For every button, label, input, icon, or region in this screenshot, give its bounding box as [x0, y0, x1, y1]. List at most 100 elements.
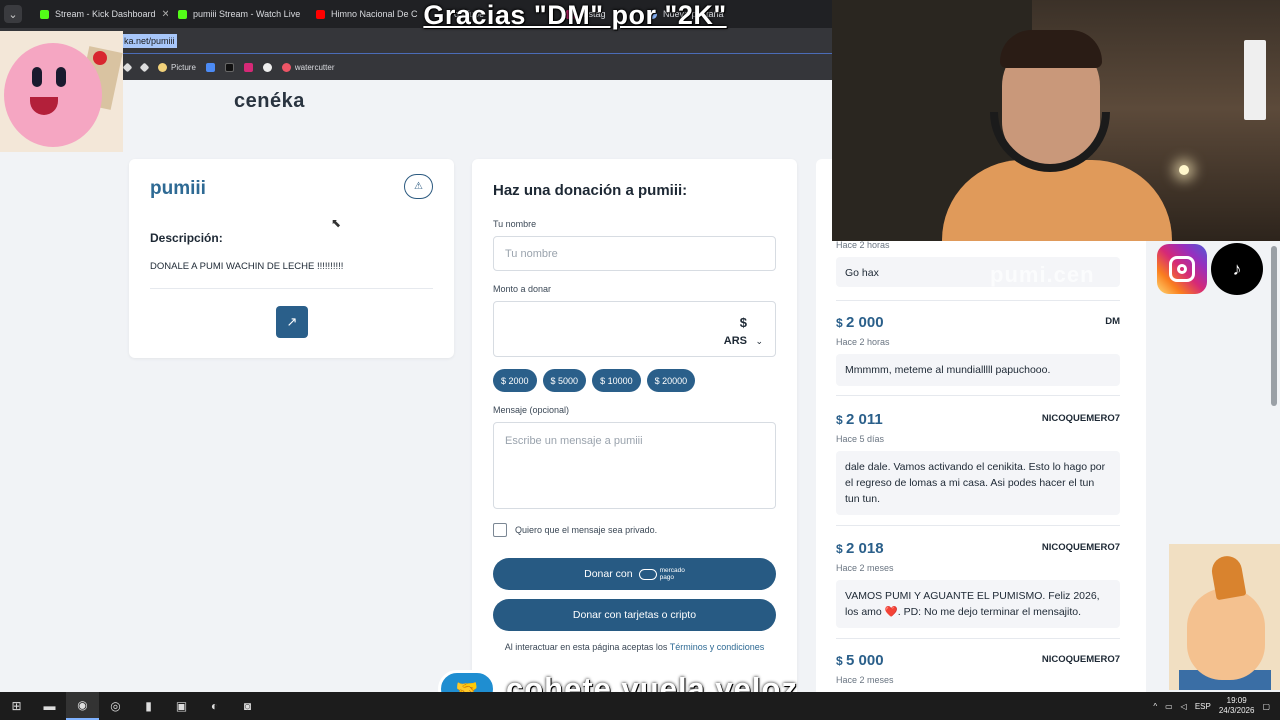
amount-presets: $ 2000 $ 5000 $ 10000 $ 20000	[493, 369, 696, 392]
tintin-face	[1187, 588, 1265, 680]
instagram-ring	[1169, 256, 1195, 282]
obs-icon[interactable]: ◎	[99, 692, 132, 720]
donation-time: Hace 2 horas	[836, 240, 890, 250]
browser-tab[interactable]: Stream - Kick Dashboard ✕	[32, 2, 168, 26]
bookmark-label: watercutter	[294, 62, 335, 72]
currency-symbol: $	[739, 315, 747, 330]
terms-link[interactable]: Términos y condiciones	[670, 642, 765, 652]
amount-chip-2000[interactable]: $ 2000	[493, 369, 537, 392]
donation-time: Hace 2 horas	[836, 337, 890, 347]
private-checkbox[interactable]	[493, 523, 507, 537]
page-scrollbar[interactable]	[1271, 246, 1277, 406]
external-link-button[interactable]: ↗	[276, 306, 308, 338]
webcam-person-hair	[1000, 30, 1102, 68]
description-title: Descripción:	[150, 231, 223, 245]
bookmark-item[interactable]	[122, 62, 133, 72]
tab-label: Stream - Kick Dashboard	[55, 9, 156, 19]
overlay-alert-title: Gracias "DM" por "2K"	[423, 0, 727, 30]
message-label: Mensaje (opcional)	[493, 405, 570, 415]
amount-value: 2 000	[846, 314, 884, 331]
kick-icon	[40, 9, 49, 19]
amount-value: 2 011	[846, 411, 883, 428]
webcam-flag	[1244, 40, 1266, 120]
message-textarea[interactable]: Escribe un mensaje a pumiii	[493, 422, 776, 509]
external-link-icon: ↗	[286, 314, 298, 329]
amount-chip-20000[interactable]: $ 20000	[646, 369, 696, 392]
webcam-lamp	[1179, 165, 1189, 175]
terms-notice: Al interactuar en esta página aceptas lo…	[502, 641, 767, 654]
donation-amount: $ 5 000	[836, 652, 884, 669]
close-tab-icon[interactable]: ✕	[162, 9, 168, 20]
donate-mercadopago-button[interactable]: Donar con mercado pago	[493, 558, 776, 590]
form-title: Haz una donación a pumiii:	[493, 182, 688, 199]
tintin-quiff	[1209, 553, 1247, 601]
file-explorer-icon[interactable]: ▬	[33, 692, 66, 720]
strawberry-shape	[93, 51, 107, 65]
clock-date: 24/3/2026	[1218, 706, 1255, 715]
profile-name: pumiii	[150, 178, 206, 199]
audio-app-icon[interactable]: ▮	[132, 692, 165, 720]
mercadopago-logo: mercado pago	[638, 567, 685, 581]
bookmark-item[interactable]	[262, 62, 272, 72]
donation-message: VAMOS PUMI Y AGUANTE EL PUMISMO. Feliz 2…	[836, 580, 1120, 628]
donate-mp-label: Donar con	[584, 568, 633, 580]
chevron-down-icon[interactable]: ⌄	[755, 336, 763, 347]
amount-value: 2 018	[846, 540, 884, 557]
amount-input[interactable]: $ ARS ⌄	[493, 301, 776, 357]
browser-tab[interactable]: pumiii Stream - Watch Live✕	[170, 2, 306, 26]
divider	[836, 638, 1120, 639]
donate-card-crypto-button[interactable]: Donar con tarjetas o cripto	[493, 599, 776, 631]
network-icon[interactable]: ▭	[1165, 702, 1173, 711]
site-logo[interactable]: cenéka	[234, 90, 305, 113]
discord-icon[interactable]: ◙	[231, 692, 264, 720]
divider	[836, 525, 1120, 526]
instagram-icon	[243, 62, 253, 72]
chrome-icon[interactable]: ◉	[66, 692, 99, 720]
address-bar[interactable]: ka.net/pumiii	[0, 28, 832, 54]
picture-icon	[158, 62, 167, 72]
bookmark-watercutter[interactable]: watercutter	[281, 62, 335, 72]
bookmark-item[interactable]	[205, 62, 215, 72]
private-option: Quiero que el mensaje sea privado.	[493, 523, 657, 537]
url-text[interactable]: ka.net/pumiii	[122, 34, 177, 48]
report-button[interactable]: ⚠	[404, 174, 433, 199]
terms-prefix: Al interactuar en esta página aceptas lo…	[504, 642, 670, 652]
donor-name: NICOQUEMERO7	[1041, 654, 1120, 665]
divider	[836, 395, 1120, 396]
currency-select[interactable]: ARS	[724, 335, 747, 347]
name-input[interactable]: Tu nombre	[493, 236, 776, 271]
tintin-overlay-image	[1169, 544, 1280, 690]
youtube-icon	[316, 9, 325, 19]
amount-chip-10000[interactable]: $ 10000	[592, 369, 641, 392]
language-indicator[interactable]: ESP	[1195, 702, 1211, 711]
bookmark-diamond-icon	[122, 62, 133, 72]
notifications-icon[interactable]: ▢	[1262, 702, 1270, 711]
bookmark-picture[interactable]: Picture	[158, 62, 196, 72]
divider	[836, 300, 1120, 301]
tab-search-dropdown-icon[interactable]: ⌄	[4, 5, 22, 23]
screen: ⌄ Stream - Kick Dashboard ✕ pumiii Stream…	[0, 0, 1280, 720]
kirby-overlay-image	[0, 31, 123, 152]
donation-message: dale dale. Vamos activando el cenikita. …	[836, 451, 1120, 515]
donor-name: NICOQUEMERO7	[1041, 542, 1120, 553]
game-app-icon[interactable]: ◐	[198, 692, 231, 720]
volume-icon[interactable]: ◁	[1181, 702, 1187, 711]
mercadopago-text: mercado pago	[660, 567, 685, 581]
instagram-icon	[1157, 244, 1207, 294]
bookmark-item[interactable]	[139, 62, 150, 72]
watercutter-icon	[281, 62, 291, 72]
system-clock[interactable]: 19:09 24/3/2026	[1219, 696, 1255, 716]
kirby-body	[4, 43, 102, 147]
bookmark-item[interactable]	[224, 62, 234, 72]
media-app-icon[interactable]: ▣	[165, 692, 198, 720]
windows-start-icon[interactable]: ⊞	[0, 692, 33, 720]
amount-value: 5 000	[846, 652, 884, 669]
tiktok-icon	[224, 62, 234, 72]
amount-chip-5000[interactable]: $ 5000	[542, 369, 587, 392]
bookmarks-bar: Picture watercutter	[0, 54, 832, 80]
overlay-watermark: pumi.cen	[990, 262, 1095, 287]
chevron-up-icon[interactable]: ^	[1153, 702, 1157, 711]
bookmark-item[interactable]	[243, 62, 253, 72]
private-label: Quiero que el mensaje sea privado.	[515, 525, 658, 535]
description-text: DONALE A PUMI WACHIN DE LECHE !!!!!!!!!!	[150, 261, 344, 272]
